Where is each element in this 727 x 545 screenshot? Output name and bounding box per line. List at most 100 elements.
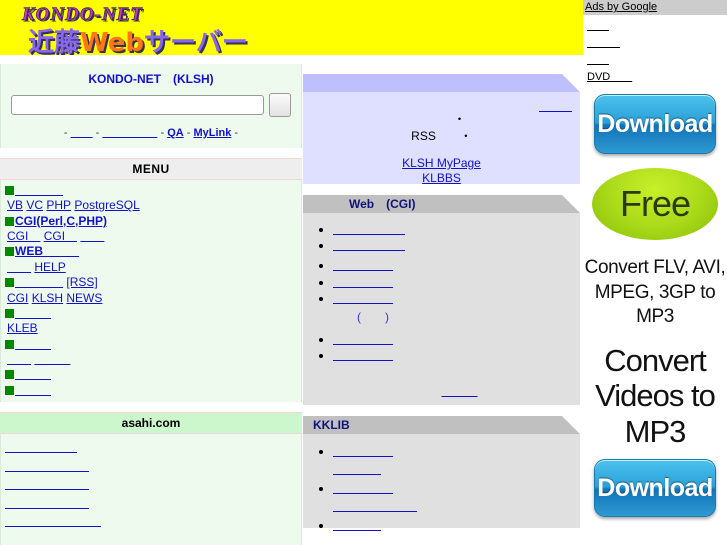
web-cgi-list-2 (309, 333, 574, 362)
menu-item-blank[interactable] (7, 352, 31, 367)
ads-link-1[interactable] (587, 37, 620, 49)
web-cgi-bottom-link[interactable] (423, 382, 459, 399)
sidebar-gap (0, 402, 302, 413)
ads-link-dvd[interactable]: DVD (587, 71, 632, 83)
news-row (3, 457, 301, 476)
list-item-label (333, 223, 405, 236)
menu-item-blank[interactable] (15, 367, 51, 382)
quicklink-qa[interactable]: QA (167, 127, 184, 139)
quicklink-1[interactable] (102, 127, 157, 139)
news-item-link[interactable] (5, 457, 89, 476)
ads-link-0[interactable] (587, 20, 609, 32)
web-cgi-bottom-link-row (309, 382, 574, 399)
menu-item-cgi-a[interactable]: CGI (7, 229, 40, 243)
list-item (333, 481, 574, 496)
menu-list: VB VC PHP PostgreSQL CGI(Perl,C,PHP) CGI… (0, 180, 302, 403)
link-klbbs[interactable]: KLBBS (422, 171, 461, 185)
news-row (3, 494, 301, 513)
panel-top-body: ・ RSS ・ KLSH MyPage KLBBS (303, 92, 580, 185)
list-item-label (333, 239, 405, 252)
search-input[interactable] (11, 95, 264, 115)
menu-item-blank[interactable] (15, 275, 63, 290)
menu-row (1, 183, 301, 198)
web-cgi-paren-link[interactable]: ( ) (309, 308, 574, 325)
news-item-link[interactable] (5, 531, 89, 545)
panel-top-header (303, 74, 580, 92)
web-cgi-list (309, 223, 574, 305)
banner-jp-part1: 近藤 (28, 28, 81, 55)
kklib-sub-link[interactable] (333, 498, 417, 514)
quicklink-mylink[interactable]: MyLink (193, 127, 231, 139)
menu-item-kleb[interactable]: KLEB (7, 321, 38, 335)
menu-item-blank[interactable] (15, 306, 51, 321)
quicklink-0[interactable] (71, 127, 93, 139)
menu-item-cgi-perl-c-php[interactable]: CGI(Perl,C,PHP) (15, 214, 107, 228)
menu-row (1, 337, 301, 352)
kklib-sub-link[interactable] (333, 461, 381, 477)
menu-item-blank[interactable] (15, 337, 51, 352)
search-submit-button[interactable] (269, 93, 291, 117)
center-column: ・ RSS ・ KLSH MyPage KLBBS Web (CGI) • • … (303, 74, 580, 545)
menu-item-postgresql[interactable]: PostgreSQL (74, 198, 139, 212)
menu-item-news[interactable]: NEWS (66, 291, 102, 305)
quicklink-2-wrap: QA (167, 127, 184, 139)
panel-web-cgi-title: Web (CGI) (349, 197, 416, 211)
news-item-link[interactable] (5, 494, 89, 513)
download-button-secondary[interactable]: Download (594, 459, 716, 518)
ads-by-google-link[interactable]: Ads by Google (585, 1, 657, 13)
menu-item-cgi[interactable]: CGI (7, 291, 28, 305)
menu-item-php[interactable]: PHP (46, 198, 71, 212)
square-bullet-icon (5, 370, 14, 380)
menu-row: CGI(Perl,C,PHP) (1, 214, 301, 229)
panel-top-corner-link[interactable] (539, 98, 572, 114)
tab-notch-icon (562, 74, 580, 92)
menu-item-blank[interactable] (7, 260, 31, 275)
quicklink-sep: - (157, 127, 168, 139)
menu-item-vb[interactable]: VB (7, 198, 23, 212)
panel-top: ・ RSS ・ KLSH MyPage KLBBS (303, 74, 580, 185)
news-item-link[interactable] (5, 475, 89, 494)
square-bullet-icon (5, 186, 14, 195)
menu-row (1, 306, 301, 321)
download-button[interactable]: Download (594, 94, 716, 155)
list-item (333, 518, 574, 533)
panel-web-cgi-body: ( ) (303, 213, 580, 405)
list-item-label (333, 349, 393, 362)
list-item (333, 276, 574, 289)
ads-link-list: DVD (583, 15, 727, 88)
kklib-item-link[interactable] (333, 481, 393, 496)
link-klsh-mypage[interactable]: KLSH MyPage (402, 156, 481, 170)
menu-item-cgi-c[interactable] (80, 229, 104, 244)
quicklink-sep: - (231, 127, 239, 139)
menu-item-rss[interactable]: [RSS] (66, 275, 97, 289)
menu-row: CGI KLSH NEWS (1, 291, 301, 306)
kklib-item-link[interactable] (333, 518, 381, 533)
quicklink-sep: - (92, 127, 103, 139)
menu-item-klsh[interactable]: KLSH (32, 291, 63, 305)
menu-item-vc[interactable]: VC (26, 198, 43, 212)
ads-link-2[interactable] (587, 54, 609, 66)
menu-item-blank[interactable] (34, 352, 70, 367)
news-row (3, 438, 301, 457)
list-item (333, 444, 574, 459)
banner-jp-part2: Web (80, 28, 145, 55)
news-item-link[interactable] (5, 512, 101, 531)
site-banner: KONDO-NET 近藤Webサーバー (0, 0, 580, 55)
news-item-link[interactable] (5, 438, 77, 457)
menu-item-web[interactable]: WEB (15, 244, 79, 258)
menu-row (1, 367, 301, 382)
square-bullet-icon (5, 216, 14, 226)
kklib-item-link[interactable] (333, 444, 393, 459)
banner-japanese-title: 近藤Webサーバー (28, 22, 248, 55)
panel-top-link-row: KLSH MyPage (309, 156, 574, 170)
menu-item-help[interactable]: HELP (34, 260, 65, 274)
menu-item-cgi-b[interactable]: CGI (44, 229, 77, 243)
quicklink-3-wrap: MyLink (193, 127, 231, 139)
kklib-list (309, 481, 574, 496)
ads-link-row (587, 35, 725, 52)
search-panel: KONDO-NET (KLSH) - - - QA - MyLink - (0, 64, 302, 148)
menu-item-link[interactable] (15, 183, 63, 198)
list-item (333, 333, 574, 346)
square-bullet-icon (5, 339, 14, 349)
menu-item-blank[interactable] (15, 383, 51, 398)
